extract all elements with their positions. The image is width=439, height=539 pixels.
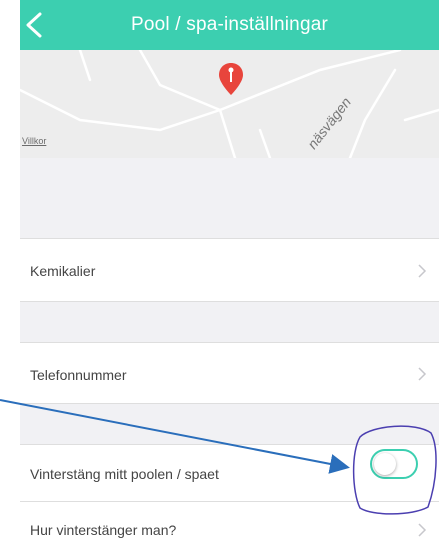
header-bar: Pool / spa-inställningar (20, 0, 439, 50)
how-to-winterize-row[interactable]: Hur vinterstänger man? (20, 502, 439, 539)
chevron-right-icon (418, 264, 427, 278)
phone-label: Telefonnummer (30, 367, 127, 383)
phone-row[interactable]: Telefonnummer (20, 342, 439, 404)
winterize-label: Vinterstäng mitt poolen / spaet (30, 466, 219, 482)
app-screen: Pool / spa-inställningar näsvägen Villko… (20, 0, 439, 539)
section-gap (20, 404, 439, 444)
winterize-toggle[interactable] (370, 449, 418, 479)
chevron-right-icon (418, 523, 427, 537)
page-title: Pool / spa-inställningar (130, 14, 329, 35)
map-pin-icon[interactable] (218, 62, 244, 96)
chemicals-label: Kemikalier (30, 263, 96, 279)
map-view[interactable]: näsvägen Villkor (20, 50, 439, 158)
toggle-knob (374, 453, 396, 475)
chemicals-row[interactable]: Kemikalier (20, 238, 439, 302)
section-gap (20, 302, 439, 342)
chevron-right-icon (418, 367, 427, 381)
section-gap (20, 158, 439, 238)
how-to-winterize-label: Hur vinterstänger man? (30, 522, 177, 538)
map-terms-link[interactable]: Villkor (22, 136, 46, 146)
